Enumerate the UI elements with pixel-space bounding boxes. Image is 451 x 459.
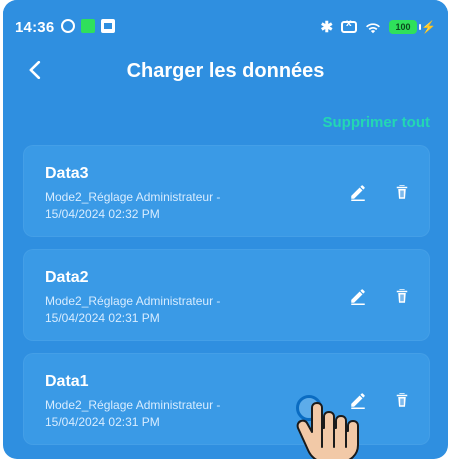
chevron-left-icon — [29, 61, 41, 79]
green-app-icon — [81, 19, 95, 33]
data-item-subtitle: Mode2_Réglage Administrateur - 15/04/202… — [45, 397, 305, 431]
edit-button[interactable] — [346, 180, 370, 204]
data-item-subtitle: Mode2_Réglage Administrateur - 15/04/202… — [45, 293, 305, 327]
data-list-item[interactable]: Data2 Mode2_Réglage Administrateur - 15/… — [23, 249, 430, 341]
data-item-subtitle-line2: 15/04/2024 02:31 PM — [45, 311, 160, 325]
status-bar: 14:36 ✱ 100 ⚡ — [3, 0, 448, 44]
data-item-subtitle-line2: 15/04/2024 02:32 PM — [45, 207, 160, 221]
data-item-name: Data2 — [45, 269, 89, 286]
gear-off-icon — [61, 19, 75, 33]
delete-button[interactable] — [390, 284, 414, 308]
trash-icon — [396, 185, 408, 199]
sim-icon — [341, 18, 358, 33]
data-item-subtitle: Mode2_Réglage Administrateur - 15/04/202… — [45, 189, 305, 223]
data-item-subtitle-line1: Mode2_Réglage Administrateur - — [45, 190, 221, 204]
data-item-name: Data3 — [45, 165, 89, 182]
data-list: Data3 Mode2_Réglage Administrateur - 15/… — [23, 145, 430, 457]
back-button[interactable] — [21, 56, 49, 84]
data-list-item[interactable]: Data3 Mode2_Réglage Administrateur - 15/… — [23, 145, 430, 237]
wifi-icon — [365, 21, 381, 34]
pencil-icon — [351, 185, 365, 201]
hand-pointer-icon — [296, 402, 359, 459]
data-item-name: Data1 — [45, 373, 89, 390]
bluetooth-icon: ✱ — [320, 19, 334, 36]
app-header: Charger les données — [3, 44, 448, 98]
status-time: 14:36 — [15, 19, 55, 36]
image-app-icon — [101, 19, 115, 33]
battery-level: 100 — [395, 22, 411, 32]
data-item-actions — [346, 284, 414, 308]
data-list-item[interactable]: Data1 Mode2_Réglage Administrateur - 15/… — [23, 353, 430, 445]
phone-screen: 14:36 ✱ 100 ⚡ — [3, 0, 448, 459]
page-title: Charger les données — [126, 59, 325, 82]
delete-all-button[interactable]: Supprimer tout — [323, 114, 431, 131]
delete-button[interactable] — [390, 180, 414, 204]
trash-icon — [396, 289, 408, 303]
status-left-icons — [61, 19, 115, 33]
trash-icon — [396, 393, 408, 407]
delete-button[interactable] — [390, 388, 414, 412]
edit-button[interactable] — [346, 284, 370, 308]
data-item-subtitle-line1: Mode2_Réglage Administrateur - — [45, 398, 221, 412]
data-item-subtitle-line1: Mode2_Réglage Administrateur - — [45, 294, 221, 308]
status-right-icons: ✱ 100 ⚡ — [320, 18, 436, 36]
data-item-subtitle-line2: 15/04/2024 02:31 PM — [45, 415, 160, 429]
data-item-actions — [346, 180, 414, 204]
battery-icon: 100 — [389, 20, 422, 34]
pencil-icon — [351, 289, 365, 305]
charging-bolt-icon: ⚡ — [421, 20, 436, 34]
